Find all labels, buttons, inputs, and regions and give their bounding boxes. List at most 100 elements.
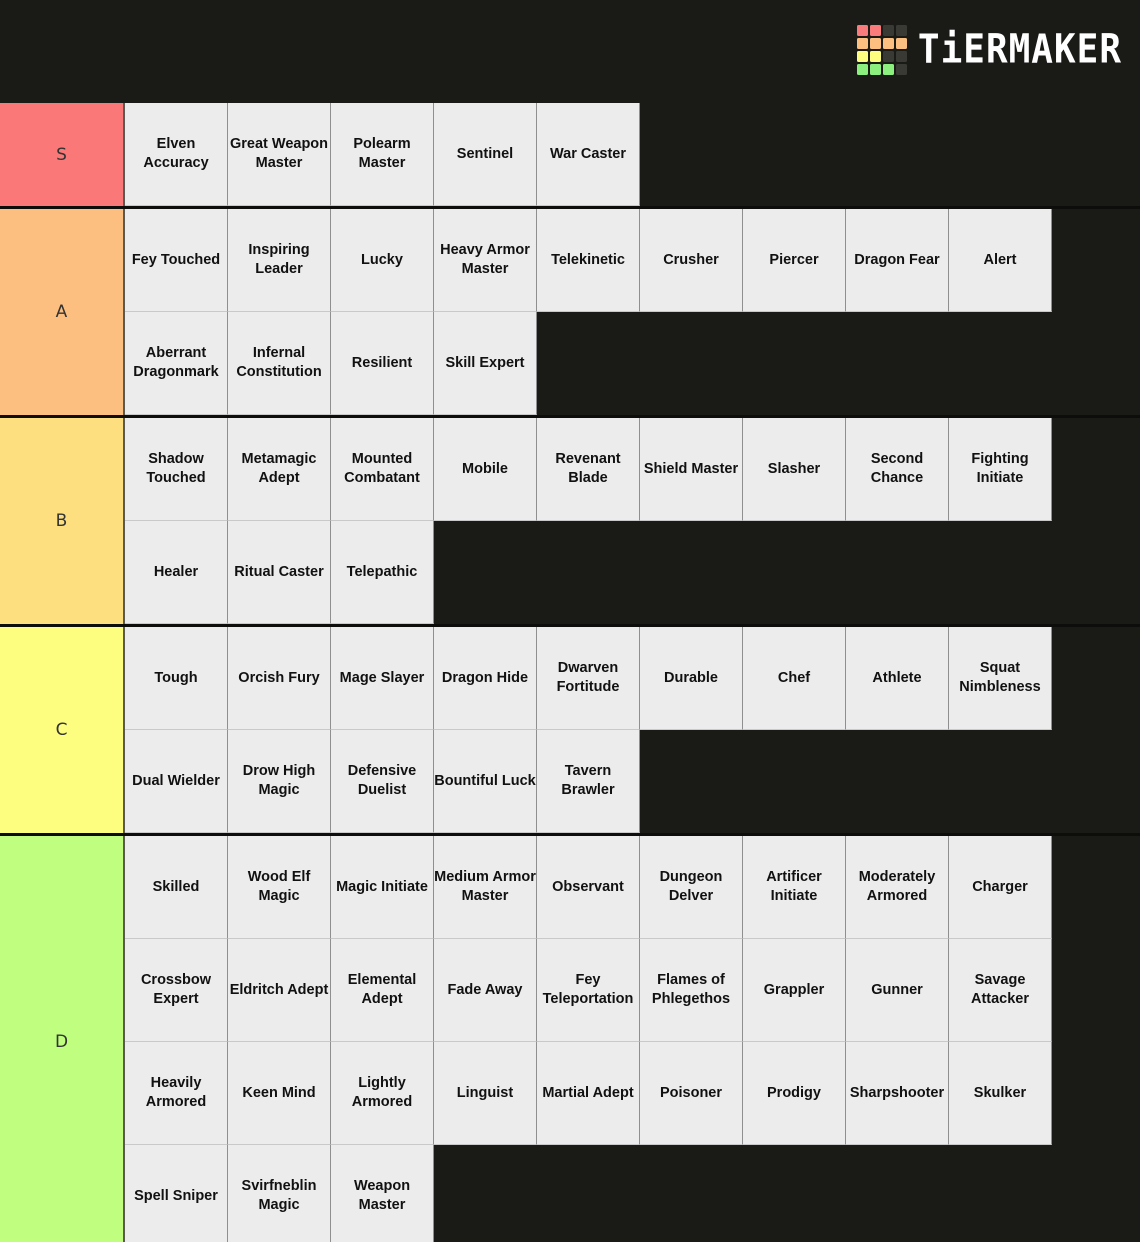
tier-item[interactable]: Martial Adept (537, 1042, 640, 1145)
tier-item[interactable]: Sharpshooter (846, 1042, 949, 1145)
tier-item[interactable]: Mounted Combatant (331, 418, 434, 521)
tier-label-a[interactable]: A (0, 209, 125, 415)
tier-item[interactable]: Telekinetic (537, 209, 640, 312)
tier-item-label: Slasher (767, 460, 821, 477)
tier-item[interactable]: Dungeon Delver (640, 836, 743, 939)
tier-items-c[interactable]: Tough Orcish Fury Mage Slayer Dragon Hide Dw… (125, 627, 1140, 833)
tier-item[interactable]: Poisoner (640, 1042, 743, 1145)
tier-item-label: Fade Away (447, 981, 523, 998)
tier-item-label: Second Chance (870, 451, 924, 486)
tier-label-b[interactable]: B (0, 418, 125, 624)
tier-item[interactable]: Eldritch Adept (228, 939, 331, 1042)
tier-label-s[interactable]: S (0, 103, 125, 206)
tier-item[interactable]: Flames of Phlegethos (640, 939, 743, 1042)
tier-item[interactable]: Fey Teleportation (537, 939, 640, 1042)
tier-item[interactable]: Crusher (640, 209, 743, 312)
tier-item[interactable]: Fighting Initiate (949, 418, 1052, 521)
tier-item[interactable]: Mage Slayer (331, 627, 434, 730)
tier-item[interactable]: Svirfneblin Magic (228, 1145, 331, 1242)
tier-items-d[interactable]: Skilled Wood Elf Magic Magic Initiate Mediu… (125, 836, 1140, 1242)
tier-item[interactable]: Tough (125, 627, 228, 730)
tier-item[interactable]: Second Chance (846, 418, 949, 521)
tier-item[interactable]: Crossbow Expert (125, 939, 228, 1042)
tier-item[interactable]: Dual Wielder (125, 730, 228, 833)
tier-item[interactable]: Inspiring Leader (228, 209, 331, 312)
tier-item-label: War Caster (549, 145, 627, 162)
tier-item[interactable]: Lucky (331, 209, 434, 312)
tier-item[interactable]: Dwarven Fortitude (537, 627, 640, 730)
tier-item[interactable]: Elemental Adept (331, 939, 434, 1042)
tier-item[interactable]: Sentinel (434, 103, 537, 206)
tier-item[interactable]: Metamagic Adept (228, 418, 331, 521)
tier-item-label: Mage Slayer (339, 669, 425, 686)
tier-item[interactable]: Dragon Hide (434, 627, 537, 730)
tier-item[interactable]: Weapon Master (331, 1145, 434, 1242)
tier-item[interactable]: Heavily Armored (125, 1042, 228, 1145)
tier-item[interactable]: Great Weapon Master (228, 103, 331, 206)
tier-item[interactable]: Magic Initiate (331, 836, 434, 939)
tier-item[interactable]: Savage Attacker (949, 939, 1052, 1042)
tier-item[interactable]: Durable (640, 627, 743, 730)
tier-item[interactable]: Dragon Fear (846, 209, 949, 312)
tier-item[interactable]: Squat Nimbleness (949, 627, 1052, 730)
tier-item[interactable]: Tavern Brawler (537, 730, 640, 833)
tier-items-b[interactable]: Shadow Touched Metamagic Adept Mounted Com… (125, 418, 1140, 624)
tier-item[interactable]: War Caster (537, 103, 640, 206)
tier-item-label: Healer (153, 563, 199, 580)
tier-item[interactable]: Shield Master (640, 418, 743, 521)
tier-items-a[interactable]: Fey Touched Inspiring Leader Lucky Heavy Ar… (125, 209, 1140, 415)
tier-item[interactable]: Shadow Touched (125, 418, 228, 521)
tier-item[interactable]: Keen Mind (228, 1042, 331, 1145)
tier-label-c[interactable]: C (0, 627, 125, 833)
logo-grid-cell-4 (856, 38, 868, 49)
tier-item[interactable]: Orcish Fury (228, 627, 331, 730)
tier-item[interactable]: Infernal Constitution (228, 312, 331, 415)
tier-item[interactable]: Moderately Armored (846, 836, 949, 939)
tier-item[interactable]: Defensive Duelist (331, 730, 434, 833)
tier-item[interactable]: Polearm Master (331, 103, 434, 206)
tier-item[interactable]: Mobile (434, 418, 537, 521)
tier-item[interactable]: Aberrant Dragonmark (125, 312, 228, 415)
tier-item[interactable]: Artificer Initiate (743, 836, 846, 939)
tier-item-label: Athlete (872, 669, 922, 686)
tier-item-label: Lightly Armored (351, 1075, 413, 1110)
tier-item[interactable]: Spell Sniper (125, 1145, 228, 1242)
tier-item[interactable]: Skilled (125, 836, 228, 939)
tier-item[interactable]: Gunner (846, 939, 949, 1042)
tier-item-label: Revenant Blade (555, 451, 621, 486)
tier-item[interactable]: Lightly Armored (331, 1042, 434, 1145)
tier-item[interactable]: Charger (949, 836, 1052, 939)
tier-item[interactable]: Wood Elf Magic (228, 836, 331, 939)
tier-item-label: Dungeon Delver (659, 869, 723, 904)
tier-item[interactable]: Resilient (331, 312, 434, 415)
tier-item[interactable]: Slasher (743, 418, 846, 521)
tier-item-label: Keen Mind (242, 1084, 316, 1101)
header-bar: TiERMAKER (0, 0, 1140, 103)
tier-item[interactable]: Athlete (846, 627, 949, 730)
tier-item[interactable]: Skulker (949, 1042, 1052, 1145)
tier-item[interactable]: Medium Armor Master (434, 836, 537, 939)
tier-item[interactable]: Heavy Armor Master (434, 209, 537, 312)
tier-item[interactable]: Fey Touched (125, 209, 228, 312)
tier-item[interactable]: Alert (949, 209, 1052, 312)
tier-item[interactable]: Skill Expert (434, 312, 537, 415)
tier-item[interactable]: Bountiful Luck (434, 730, 537, 833)
tier-rows-container: S Elven Accuracy Great Weapon Master Polear… (0, 103, 1140, 1242)
tier-item[interactable]: Prodigy (743, 1042, 846, 1145)
tier-label-d[interactable]: D (0, 836, 125, 1242)
tier-item[interactable]: Piercer (743, 209, 846, 312)
tier-items-s[interactable]: Elven Accuracy Great Weapon Master Polearm… (125, 103, 1140, 206)
tier-item[interactable]: Linguist (434, 1042, 537, 1145)
tier-item-label: Prodigy (767, 1084, 821, 1101)
tier-item[interactable]: Drow High Magic (228, 730, 331, 833)
tier-item-label: Metamagic Adept (241, 451, 317, 486)
tier-item[interactable]: Revenant Blade (537, 418, 640, 521)
tier-item[interactable]: Grappler (743, 939, 846, 1042)
tier-item[interactable]: Elven Accuracy (125, 103, 228, 206)
tier-item[interactable]: Ritual Caster (228, 521, 331, 624)
tier-item[interactable]: Fade Away (434, 939, 537, 1042)
tier-item[interactable]: Observant (537, 836, 640, 939)
tier-item[interactable]: Healer (125, 521, 228, 624)
tier-item[interactable]: Telepathic (331, 521, 434, 624)
tier-item[interactable]: Chef (743, 627, 846, 730)
